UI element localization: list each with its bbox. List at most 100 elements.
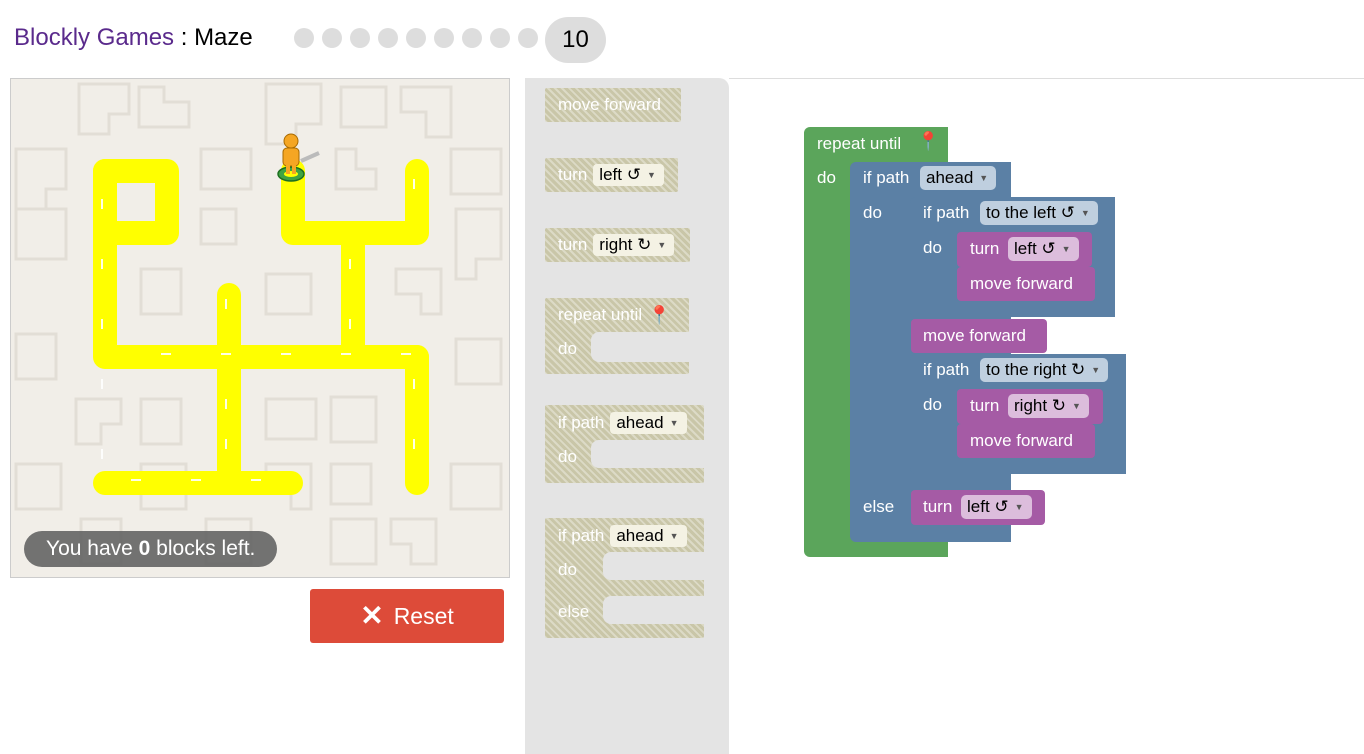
dropdown-arrow-icon: ▼ [1091, 365, 1101, 375]
maze-svg [14, 82, 503, 566]
dropdown-value: left ↺ [599, 165, 641, 184]
toolbox-path-dropdown[interactable]: ahead ▼ [610, 412, 687, 434]
turn-direction-dropdown[interactable]: right ↻ ▼ [1008, 394, 1089, 418]
dropdown-arrow-icon: ▼ [1061, 244, 1071, 254]
dropdown-value: to the left ↺ [986, 203, 1075, 222]
toolbox-row: else [558, 597, 589, 627]
do-label: do [923, 238, 942, 257]
turn-left-block[interactable]: turn left ↺ ▼ [911, 490, 1045, 525]
repeat-until-label: repeat until [817, 134, 902, 153]
toolbox-row: if path ahead ▼ [558, 408, 687, 438]
level-dot-8[interactable] [490, 28, 510, 48]
dropdown-arrow-icon: ▼ [657, 240, 667, 250]
toolbox-if-else-path-block[interactable]: if path ahead ▼ do else [545, 518, 704, 638]
dropdown-value: right ↻ [599, 235, 652, 254]
close-icon: ✕ [360, 600, 384, 631]
path-direction-dropdown[interactable]: to the left ↺ ▼ [980, 201, 1098, 225]
move-forward-block[interactable]: move forward [957, 267, 1095, 301]
level-dot-1[interactable] [294, 28, 314, 48]
level-dot-3[interactable] [350, 28, 370, 48]
toolbox-statement-slot [591, 332, 689, 362]
toolbox-statement-slot [591, 440, 704, 468]
dropdown-arrow-icon: ▼ [1080, 208, 1090, 218]
move-forward-block[interactable]: move forward [911, 319, 1047, 353]
toolbox-do-label: do [558, 447, 577, 466]
toolbox-turn-label: turn [558, 235, 588, 254]
toolbox-row: do [558, 442, 577, 472]
level-dot-5[interactable] [406, 28, 426, 48]
move-forward-label: move forward [970, 274, 1073, 293]
capacity-count: 0 [138, 537, 151, 560]
toolbox-move-forward-label: move forward [558, 95, 661, 114]
toolbox-turn-right-block[interactable]: turn right ↻ ▼ [545, 228, 690, 262]
toolbox-turn-left-block[interactable]: turn left ↺ ▼ [545, 158, 678, 192]
turn-direction-dropdown[interactable]: left ↺ ▼ [961, 495, 1032, 519]
dropdown-value: right ↻ [1014, 396, 1067, 415]
if-path-label: if path [863, 168, 910, 187]
maze-path [93, 159, 429, 495]
dropdown-value: left ↺ [1014, 239, 1056, 258]
toolbox-repeat-until-label: repeat until [558, 305, 643, 324]
turn-right-block[interactable]: turn right ↻ ▼ [957, 389, 1103, 424]
turn-label: turn [970, 396, 1000, 415]
toolbox-path-dropdown[interactable]: ahead ▼ [610, 525, 687, 547]
if-path-label: if path [923, 203, 970, 222]
path-direction-dropdown[interactable]: ahead ▼ [920, 166, 997, 190]
turn-label: turn [923, 497, 953, 516]
toolbox-direction-dropdown[interactable]: left ↺ ▼ [593, 164, 664, 186]
dropdown-arrow-icon: ▼ [1072, 401, 1081, 411]
else-label: else [863, 497, 895, 516]
level-dots [294, 28, 538, 48]
level-dot-6[interactable] [434, 28, 454, 48]
map-pin-icon: 📍 [648, 304, 671, 325]
reset-label: Reset [393, 602, 454, 629]
if-path-label: if path [923, 360, 970, 379]
turn-direction-dropdown[interactable]: left ↺ ▼ [1008, 237, 1079, 261]
dropdown-arrow-icon: ▼ [1014, 502, 1024, 512]
toolbox-row: repeat until 📍 [558, 300, 671, 330]
toolbox-repeat-until-block[interactable]: repeat until 📍 do [545, 298, 689, 374]
dropdown-arrow-icon: ▼ [669, 531, 679, 541]
move-forward-label: move forward [923, 326, 1026, 345]
dropdown-value: ahead [616, 526, 664, 545]
blockly-workspace[interactable]: repeat until 📍 do if path ahead ▼ do else… [729, 79, 1364, 754]
move-forward-block[interactable]: move forward [957, 424, 1095, 458]
title-separator: : [174, 24, 195, 51]
toolbox-direction-dropdown[interactable]: right ↻ ▼ [593, 234, 675, 256]
finish-marker-icon [277, 166, 305, 182]
dropdown-value: to the right ↻ [986, 360, 1086, 379]
toolbox-flyout: move forward turn left ↺ ▼ turn right ↻ ▼ … [525, 78, 729, 754]
capacity-bubble: You have 0 blocks left. [24, 531, 278, 567]
toolbox-row: move forward [558, 90, 661, 120]
level-dot-9[interactable] [518, 28, 538, 48]
toolbox-turn-label: turn [558, 165, 588, 184]
turn-left-block[interactable]: turn left ↺ ▼ [957, 232, 1092, 267]
toolbox-do-label: do [558, 560, 577, 579]
dropdown-value: ahead [926, 168, 974, 187]
toolbox-row: if path ahead ▼ [558, 521, 687, 551]
capacity-suffix: blocks left. [150, 537, 256, 560]
level-dot-4[interactable] [378, 28, 398, 48]
toolbox-if-path-label: if path [558, 413, 605, 432]
turn-label: turn [970, 239, 1000, 258]
toolbox-do-label: do [558, 339, 577, 358]
app-name-link[interactable]: Blockly Games [14, 24, 174, 51]
page-title: Blockly Games : Maze [14, 24, 253, 52]
current-level-badge[interactable]: 10 [545, 17, 606, 63]
dropdown-value: ahead [616, 413, 664, 432]
reset-button[interactable]: ✕ Reset [310, 589, 504, 643]
toolbox-row: do [558, 555, 577, 585]
map-pin-icon: 📍 [917, 131, 940, 151]
dropdown-arrow-icon: ▼ [979, 173, 989, 183]
toolbox-else-label: else [558, 602, 590, 621]
capacity-prefix: You have [46, 537, 139, 560]
path-direction-dropdown[interactable]: to the right ↻ ▼ [980, 358, 1109, 382]
do-label: do [923, 395, 942, 414]
toolbox-if-path-label: if path [558, 526, 605, 545]
level-dot-2[interactable] [322, 28, 342, 48]
toolbox-if-path-block[interactable]: if path ahead ▼ do [545, 405, 704, 483]
level-dot-7[interactable] [462, 28, 482, 48]
toolbox-row: do [558, 334, 577, 364]
dropdown-arrow-icon: ▼ [646, 170, 656, 180]
toolbox-move-forward-block[interactable]: move forward [545, 88, 681, 122]
